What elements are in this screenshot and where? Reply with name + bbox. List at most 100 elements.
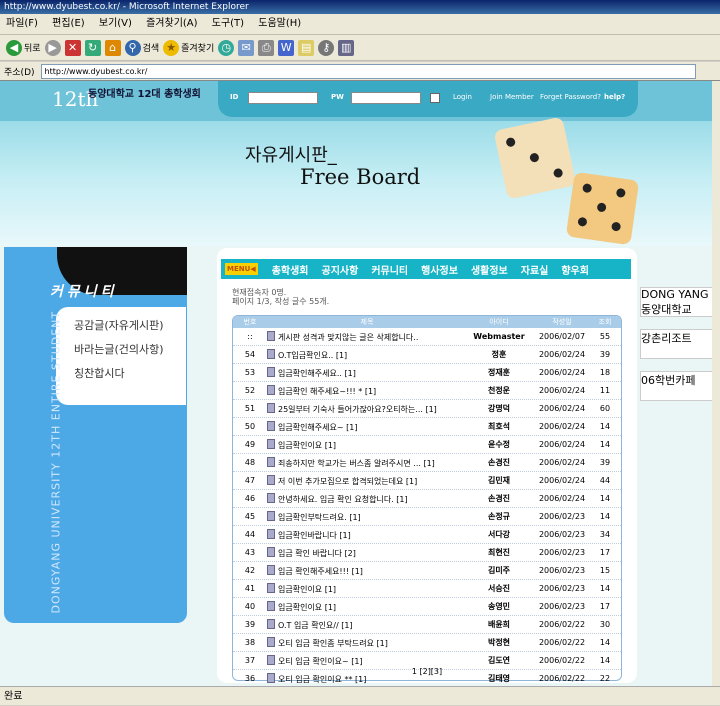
- table-row[interactable]: 41 입금확인이요 [1] 서승진 2006/02/23 14: [233, 580, 621, 598]
- table-row[interactable]: 47 저 이번 추가모집으로 합격되었는데요 [1] 김민재 2006/02/24 44: [233, 472, 621, 490]
- table-row[interactable]: 51 25일부터 기숙사 들어가잖아요?오티하는... [1] 강명덕 2006/02…: [233, 400, 621, 418]
- submenu-item-empathy[interactable]: 공감글(자유게시판): [74, 317, 186, 332]
- menu-edit[interactable]: 편집(E): [52, 18, 85, 29]
- table-row[interactable]: 50 입금확인해주세요~ [1] 최호석 2006/02/24 14: [233, 418, 621, 436]
- post-title[interactable]: 입금 확인해주세요!!! [1]: [267, 564, 467, 577]
- table-row[interactable]: 45 입금확인부탁드려요. [1] 손정규 2006/02/23 14: [233, 508, 621, 526]
- table-row[interactable]: 49 입금확인이요 [1] 윤수정 2006/02/24 14: [233, 436, 621, 454]
- table-row[interactable]: 39 O.T 입금 확인요// [1] 배윤희 2006/02/22 30: [233, 616, 621, 634]
- post-title[interactable]: 저 이번 추가모집으로 합격되었는데요 [1]: [267, 474, 467, 487]
- table-row[interactable]: 43 입금 확인 바랍니다 [2] 최현진 2006/02/23 17: [233, 544, 621, 562]
- help-link[interactable]: help?: [604, 93, 625, 101]
- post-title-text[interactable]: 게시판 성격과 맞지않는 글은 삭제합니다..: [278, 333, 418, 342]
- table-row[interactable]: 48 죄송하지만 학교가는 버스좀 알려주시면 ... [1] 손경진 2006/02…: [233, 454, 621, 472]
- nav-life-info[interactable]: 생활정보: [471, 262, 508, 277]
- post-title[interactable]: 입금확인부탁드려요. [1]: [267, 510, 467, 523]
- back-button[interactable]: ◀ 뒤로: [6, 39, 41, 56]
- post-title[interactable]: 오티 입금 확인이요~ [1]: [267, 654, 467, 667]
- menu-view[interactable]: 보기(V): [99, 18, 132, 29]
- home-button[interactable]: ⌂: [104, 39, 121, 56]
- post-title-text[interactable]: 입금 확인해주세요!!! [1]: [278, 567, 363, 576]
- id-input[interactable]: [248, 92, 318, 104]
- home-icon: ⌂: [104, 39, 121, 56]
- table-row[interactable]: 40 입금확인이요 [1] 송영민 2006/02/23 17: [233, 598, 621, 616]
- table-row[interactable]: :: 게시판 성격과 맞지않는 글은 삭제합니다.. Webmaster 2006/0…: [233, 328, 621, 346]
- submenu-item-suggestions[interactable]: 바라는글(건의사항): [74, 341, 186, 356]
- post-title[interactable]: O.T 입금 확인요// [1]: [267, 618, 467, 631]
- history-button[interactable]: ◷: [218, 39, 235, 56]
- submenu-item-praise[interactable]: 칭찬합시다: [74, 365, 186, 380]
- pagination[interactable]: 1 [2][3]: [233, 667, 621, 676]
- post-title[interactable]: 입금확인해주세요.. [1]: [267, 366, 467, 379]
- post-title-text[interactable]: 입금확인이요 [1]: [278, 603, 336, 612]
- nav-events[interactable]: 행사정보: [421, 262, 458, 277]
- ad-cafe[interactable]: 06학번카페: [640, 371, 712, 401]
- post-title-text[interactable]: 입금확인 해주세요~!!! * [1]: [278, 387, 376, 396]
- nav-alumni[interactable]: 향우회: [561, 262, 589, 277]
- post-title[interactable]: 안녕하세요. 입금 확인 요청합니다. [1]: [267, 492, 467, 505]
- login-button[interactable]: Login: [453, 93, 472, 101]
- post-title[interactable]: 입금확인이요 [1]: [267, 600, 467, 613]
- favorites-button[interactable]: ★ 즐겨찾기: [163, 39, 214, 56]
- refresh-button[interactable]: ↻: [84, 39, 101, 56]
- table-row[interactable]: 52 입금확인 해주세요~!!! * [1] 천정운 2006/02/24 11: [233, 382, 621, 400]
- menu-help[interactable]: 도움말(H): [258, 18, 301, 29]
- menu-file[interactable]: 파일(F): [6, 18, 38, 29]
- post-title[interactable]: 오티 입금 확인좀 부탁드려요 [1]: [267, 636, 467, 649]
- table-row[interactable]: 46 안녕하세요. 입금 확인 요청합니다. [1] 손경진 2006/02/24 14: [233, 490, 621, 508]
- menu-favorites[interactable]: 즐겨찾기(A): [146, 18, 197, 29]
- post-title-text[interactable]: 입금확인이요 [1]: [278, 441, 336, 450]
- menu-tools[interactable]: 도구(T): [212, 18, 244, 29]
- join-link[interactable]: Join Member: [490, 93, 534, 101]
- table-row[interactable]: 54 O.T입금확인요.. [1] 정훈 2006/02/24 39: [233, 346, 621, 364]
- forward-button[interactable]: ▶: [44, 39, 61, 56]
- post-title[interactable]: O.T입금확인요.. [1]: [267, 348, 467, 361]
- post-title-text[interactable]: 안녕하세요. 입금 확인 요청합니다. [1]: [278, 495, 408, 504]
- ad-gangchon[interactable]: 강촌리조트: [640, 329, 712, 359]
- post-title-text[interactable]: 오티 입금 확인좀 부탁드려요 [1]: [278, 639, 388, 648]
- post-title-text[interactable]: 오티 입금 확인이요~ [1]: [278, 657, 363, 666]
- post-title-text[interactable]: 입금 확인 바랍니다 [2]: [278, 549, 356, 558]
- post-title[interactable]: 입금확인이요 [1]: [267, 582, 467, 595]
- post-title-text[interactable]: 입금확인부탁드려요. [1]: [278, 513, 361, 522]
- nav-community[interactable]: 커뮤니티: [371, 262, 408, 277]
- post-title[interactable]: 입금 확인 바랍니다 [2]: [267, 546, 467, 559]
- post-title[interactable]: 25일부터 기숙사 들어가잖아요?오티하는... [1]: [267, 402, 467, 415]
- post-title-text[interactable]: 입금확인해주세요~ [1]: [278, 423, 357, 432]
- table-row[interactable]: 44 입금확인바랍니다 [1] 서다강 2006/02/23 34: [233, 526, 621, 544]
- nav-student-council[interactable]: 총학생회: [272, 262, 309, 277]
- post-title[interactable]: 입금확인 해주세요~!!! * [1]: [267, 384, 467, 397]
- save-id-checkbox[interactable]: [430, 93, 440, 103]
- post-title-text[interactable]: 입금확인이요 [1]: [278, 585, 336, 594]
- address-input[interactable]: http://www.dyubest.co.kr/: [40, 63, 696, 79]
- table-row[interactable]: 42 입금 확인해주세요!!! [1] 김미주 2006/02/23 15: [233, 562, 621, 580]
- post-title[interactable]: 죄송하지만 학교가는 버스좀 알려주시면 ... [1]: [267, 456, 467, 469]
- forgot-password-link[interactable]: Forget Password?: [540, 93, 601, 101]
- ad-dongyang[interactable]: DONG YANG 동양대학교: [640, 287, 712, 317]
- nav-archive[interactable]: 자료실: [521, 262, 549, 277]
- post-title-text[interactable]: O.T입금확인요.. [1]: [278, 351, 347, 360]
- post-title[interactable]: 입금확인바랍니다 [1]: [267, 528, 467, 541]
- vertical-scrollbar[interactable]: [712, 81, 720, 686]
- stop-button[interactable]: ✕: [64, 39, 81, 56]
- post-title-text[interactable]: 입금확인해주세요.. [1]: [278, 369, 356, 378]
- post-title[interactable]: 입금확인이요 [1]: [267, 438, 467, 451]
- edit-button[interactable]: W: [278, 39, 295, 56]
- table-row[interactable]: 38 오티 입금 확인좀 부탁드려요 [1] 박정현 2006/02/22 14: [233, 634, 621, 652]
- post-title-text[interactable]: 죄송하지만 학교가는 버스좀 알려주시면 ... [1]: [278, 459, 435, 468]
- post-title-text[interactable]: O.T 입금 확인요// [1]: [278, 621, 353, 630]
- print-button[interactable]: ⎙: [258, 39, 275, 56]
- nav-notice[interactable]: 공지사항: [322, 262, 359, 277]
- post-title-text[interactable]: 25일부터 기숙사 들어가잖아요?오티하는... [1]: [278, 405, 437, 414]
- table-row[interactable]: 53 입금확인해주세요.. [1] 정재훈 2006/02/24 18: [233, 364, 621, 382]
- post-title[interactable]: 게시판 성격과 맞지않는 글은 삭제합니다..: [267, 330, 467, 343]
- messenger-button[interactable]: ⚷: [318, 39, 335, 56]
- discuss-button[interactable]: ▤: [298, 39, 315, 56]
- mail-button[interactable]: ✉: [238, 39, 255, 56]
- post-title-text[interactable]: 저 이번 추가모집으로 합격되었는데요 [1]: [278, 477, 417, 486]
- research-button[interactable]: ▥: [338, 39, 355, 56]
- post-title[interactable]: 입금확인해주세요~ [1]: [267, 420, 467, 433]
- post-title-text[interactable]: 입금확인바랍니다 [1]: [278, 531, 351, 540]
- pw-input[interactable]: [351, 92, 421, 104]
- search-button[interactable]: ⚲ 검색: [124, 39, 159, 56]
